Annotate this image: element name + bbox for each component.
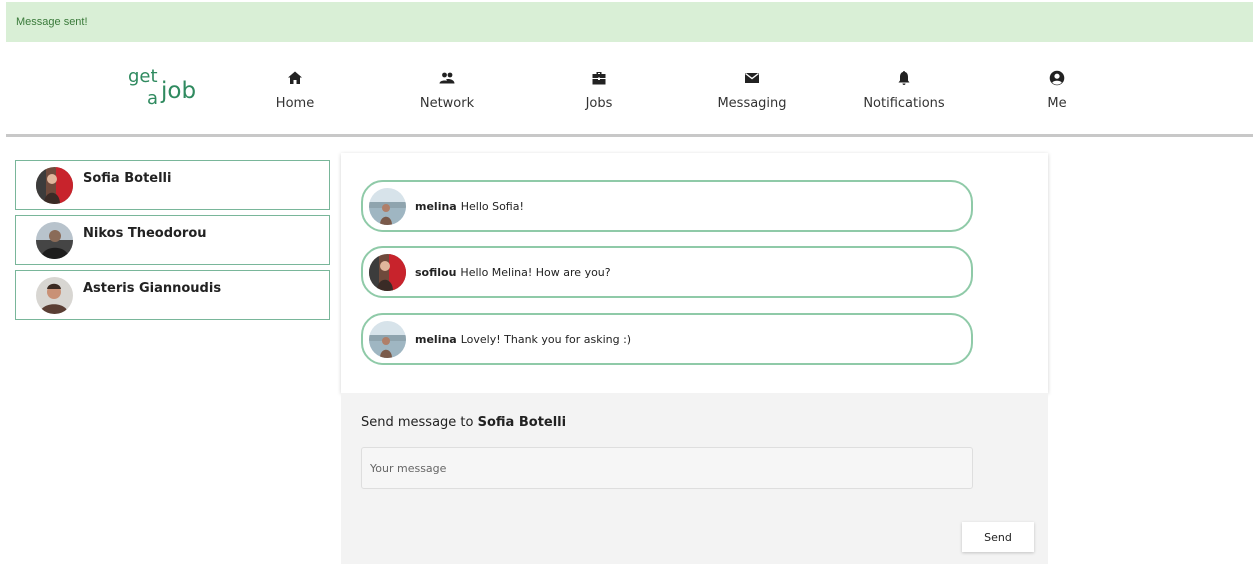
message-sender: melina bbox=[415, 332, 457, 346]
message-bubble: melina Lovely! Thank you for asking :) bbox=[361, 313, 973, 365]
nav-home[interactable]: Home bbox=[235, 70, 355, 122]
conversation-item[interactable]: Nikos Theodorou bbox=[15, 215, 330, 265]
conversation-item[interactable]: Asteris Giannoudis bbox=[15, 270, 330, 320]
avatar bbox=[369, 320, 406, 358]
message-thread: melina Hello Sofia! sofilou Hello Melina… bbox=[341, 153, 1048, 393]
message-composer: Send message to Sofia Botelli Send bbox=[341, 393, 1048, 564]
avatar bbox=[36, 166, 73, 204]
nav-me-label: Me bbox=[1047, 96, 1067, 111]
conversation-item[interactable]: Sofia Botelli bbox=[15, 160, 330, 210]
composer-heading-prefix: Send message to bbox=[361, 415, 474, 430]
message-bubble: sofilou Hello Melina! How are you? bbox=[361, 246, 973, 298]
contact-name: Sofia Botelli bbox=[83, 170, 172, 186]
message-input[interactable] bbox=[361, 447, 973, 489]
contact-name: Asteris Giannoudis bbox=[83, 280, 222, 296]
avatar bbox=[36, 221, 73, 259]
message-text: Lovely! Thank you for asking :) bbox=[460, 332, 632, 346]
send-button[interactable]: Send bbox=[962, 522, 1034, 552]
logo-get: get bbox=[128, 66, 158, 87]
logo-a: a bbox=[147, 88, 159, 109]
nav-messaging[interactable]: Messaging bbox=[692, 70, 812, 122]
composer-recipient: Sofia Botelli bbox=[477, 415, 567, 430]
message-bubble: melina Hello Sofia! bbox=[361, 180, 973, 232]
nav-notifications[interactable]: Notifications bbox=[844, 70, 964, 122]
nav-me[interactable]: Me bbox=[997, 70, 1117, 122]
success-alert: Message sent! bbox=[6, 2, 1253, 42]
envelope-icon bbox=[745, 72, 759, 83]
avatar bbox=[36, 276, 73, 314]
composer-heading: Send message to Sofia Botelli bbox=[361, 415, 566, 430]
nav-jobs-label: Jobs bbox=[585, 96, 613, 111]
message-sender: melina bbox=[415, 199, 457, 213]
nav-jobs[interactable]: Jobs bbox=[539, 70, 659, 122]
navbar-divider bbox=[6, 134, 1253, 137]
avatar bbox=[369, 253, 406, 291]
briefcase-icon bbox=[592, 72, 606, 85]
logo-job: job bbox=[161, 78, 197, 104]
user-circle-icon bbox=[1049, 70, 1065, 86]
nav-messaging-label: Messaging bbox=[717, 96, 787, 111]
nav-network-label: Network bbox=[419, 96, 475, 111]
contact-name: Nikos Theodorou bbox=[83, 225, 207, 241]
home-icon bbox=[288, 71, 302, 84]
nav-notifications-label: Notifications bbox=[863, 96, 945, 111]
bell-icon bbox=[898, 71, 910, 85]
message-text: Hello Sofia! bbox=[460, 199, 524, 213]
logo[interactable]: get a job bbox=[126, 62, 216, 112]
nav-home-label: Home bbox=[275, 96, 315, 111]
avatar bbox=[369, 187, 406, 225]
people-icon bbox=[439, 72, 455, 84]
nav-network[interactable]: Network bbox=[387, 70, 507, 122]
message-sender: sofilou bbox=[415, 265, 457, 279]
alert-text: Message sent! bbox=[16, 16, 88, 28]
message-text: Hello Melina! How are you? bbox=[460, 265, 611, 279]
